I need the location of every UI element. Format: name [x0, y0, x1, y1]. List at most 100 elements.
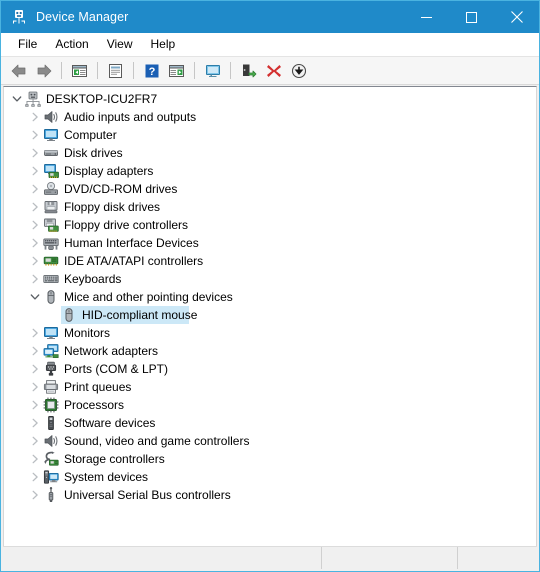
- help-button[interactable]: ?: [139, 59, 164, 83]
- console-tree-icon: [71, 63, 88, 79]
- tree-node-label: Disk drives: [64, 146, 123, 160]
- tree-node[interactable]: Computer: [4, 126, 536, 144]
- window-title: Device Manager: [36, 10, 129, 24]
- mouse-icon: [61, 307, 77, 323]
- show-hide-console-tree-button[interactable]: [67, 59, 92, 83]
- chevron-right-icon[interactable]: [27, 162, 43, 180]
- minimize-button[interactable]: [404, 1, 449, 33]
- chevron-right-icon[interactable]: [27, 180, 43, 198]
- tree-node[interactable]: Audio inputs and outputs: [4, 108, 536, 126]
- window-controls: [404, 1, 539, 33]
- maximize-button[interactable]: [449, 1, 494, 33]
- tree-node[interactable]: Monitors: [4, 324, 536, 342]
- title-bar[interactable]: Device Manager: [1, 1, 539, 33]
- chevron-right-icon[interactable]: [27, 252, 43, 270]
- software-device-icon: [43, 415, 59, 431]
- chevron-right-icon[interactable]: [27, 216, 43, 234]
- tree-node[interactable]: IDE ATA/ATAPI controllers: [4, 252, 536, 270]
- chevron-down-icon[interactable]: [9, 90, 25, 108]
- floppy-controller-icon: [43, 217, 59, 233]
- back-button[interactable]: [6, 59, 31, 83]
- tree-node[interactable]: Software devices: [4, 414, 536, 432]
- display-adapter-icon: [43, 163, 59, 179]
- chevron-right-icon[interactable]: [27, 342, 43, 360]
- disk-drive-icon: [43, 145, 59, 161]
- tree-node-label: Print queues: [64, 380, 132, 394]
- chevron-right-icon[interactable]: [27, 468, 43, 486]
- status-segment-3: [458, 547, 537, 569]
- chevron-right-icon[interactable]: [27, 234, 43, 252]
- tree-node[interactable]: Sound, video and game controllers: [4, 432, 536, 450]
- tree-node-label: Audio inputs and outputs: [64, 110, 197, 124]
- toolbar-separator-5: [230, 62, 231, 79]
- speaker-icon: [43, 109, 59, 125]
- chevron-right-icon[interactable]: [27, 126, 43, 144]
- chevron-right-icon[interactable]: [27, 324, 43, 342]
- tree-node-label: Ports (COM & LPT): [64, 362, 169, 376]
- system-device-icon: [43, 469, 59, 485]
- port-connector-icon: [43, 361, 59, 377]
- tree-node[interactable]: Floppy disk drives: [4, 198, 536, 216]
- tree-node[interactable]: HID-compliant mouse: [4, 306, 536, 324]
- mouse-icon: [43, 289, 59, 305]
- tree-node[interactable]: System devices: [4, 468, 536, 486]
- disable-device-button[interactable]: [286, 59, 311, 83]
- tree-node-label: Universal Serial Bus controllers: [64, 488, 231, 502]
- tree-node[interactable]: Mice and other pointing devices: [4, 288, 536, 306]
- chevron-right-icon[interactable]: [27, 108, 43, 126]
- chevron-right-icon[interactable]: [27, 396, 43, 414]
- tree-node[interactable]: Processors: [4, 396, 536, 414]
- tree-node-label: DESKTOP-ICU2FR7: [46, 92, 158, 106]
- tree-node[interactable]: Disk drives: [4, 144, 536, 162]
- tree-node[interactable]: Keyboards: [4, 270, 536, 288]
- menu-action[interactable]: Action: [46, 35, 97, 54]
- properties-button[interactable]: [103, 59, 128, 83]
- tree-node-label: Software devices: [64, 416, 156, 430]
- tree-node[interactable]: Universal Serial Bus controllers: [4, 486, 536, 504]
- menu-view[interactable]: View: [98, 35, 142, 54]
- tree-node-label: Floppy drive controllers: [64, 218, 189, 232]
- tree-node[interactable]: Network adapters: [4, 342, 536, 360]
- toolbar-separator-3: [133, 62, 134, 79]
- tree-node[interactable]: DVD/CD-ROM drives: [4, 180, 536, 198]
- tree-node[interactable]: Display adapters: [4, 162, 536, 180]
- tree-node-label: Sound, video and game controllers: [64, 434, 250, 448]
- menu-file[interactable]: File: [9, 35, 46, 54]
- chevron-right-icon[interactable]: [27, 432, 43, 450]
- storage-controller-icon: [43, 451, 59, 467]
- scan-for-hardware-changes-button[interactable]: [200, 59, 225, 83]
- tree-node[interactable]: DESKTOP-ICU2FR7: [4, 90, 536, 108]
- menu-help[interactable]: Help: [142, 35, 185, 54]
- tree-node[interactable]: Storage controllers: [4, 450, 536, 468]
- status-segment-2: [322, 547, 458, 569]
- show-hide-action-pane-button[interactable]: [164, 59, 189, 83]
- uninstall-device-button[interactable]: [261, 59, 286, 83]
- forward-arrow-icon: [35, 63, 53, 79]
- tree-node[interactable]: Human Interface Devices: [4, 234, 536, 252]
- chevron-right-icon[interactable]: [27, 414, 43, 432]
- update-driver-icon: [240, 63, 257, 79]
- tree-node-label: Keyboards: [64, 272, 122, 286]
- chevron-right-icon[interactable]: [27, 450, 43, 468]
- device-tree-panel[interactable]: DESKTOP-ICU2FR7 Audio inputs and outputs C…: [3, 86, 537, 546]
- tree-node-label: Floppy disk drives: [64, 200, 161, 214]
- tree-node[interactable]: Ports (COM & LPT): [4, 360, 536, 378]
- chevron-right-icon[interactable]: [27, 270, 43, 288]
- toolbar: ?: [1, 57, 539, 85]
- disable-down-arrow-icon: [291, 63, 307, 79]
- monitor-scan-icon: [203, 63, 222, 79]
- chevron-right-icon[interactable]: [27, 486, 43, 504]
- chevron-down-icon[interactable]: [27, 288, 43, 306]
- toolbar-separator-2: [97, 62, 98, 79]
- close-button[interactable]: [494, 1, 539, 33]
- chevron-right-icon[interactable]: [27, 360, 43, 378]
- update-driver-button[interactable]: [236, 59, 261, 83]
- tree-node[interactable]: Print queues: [4, 378, 536, 396]
- tree-node-label: IDE ATA/ATAPI controllers: [64, 254, 204, 268]
- chevron-right-icon[interactable]: [27, 378, 43, 396]
- computer-root-icon: [25, 91, 41, 107]
- tree-node[interactable]: Floppy drive controllers: [4, 216, 536, 234]
- chevron-right-icon[interactable]: [27, 198, 43, 216]
- chevron-right-icon[interactable]: [27, 144, 43, 162]
- forward-button[interactable]: [31, 59, 56, 83]
